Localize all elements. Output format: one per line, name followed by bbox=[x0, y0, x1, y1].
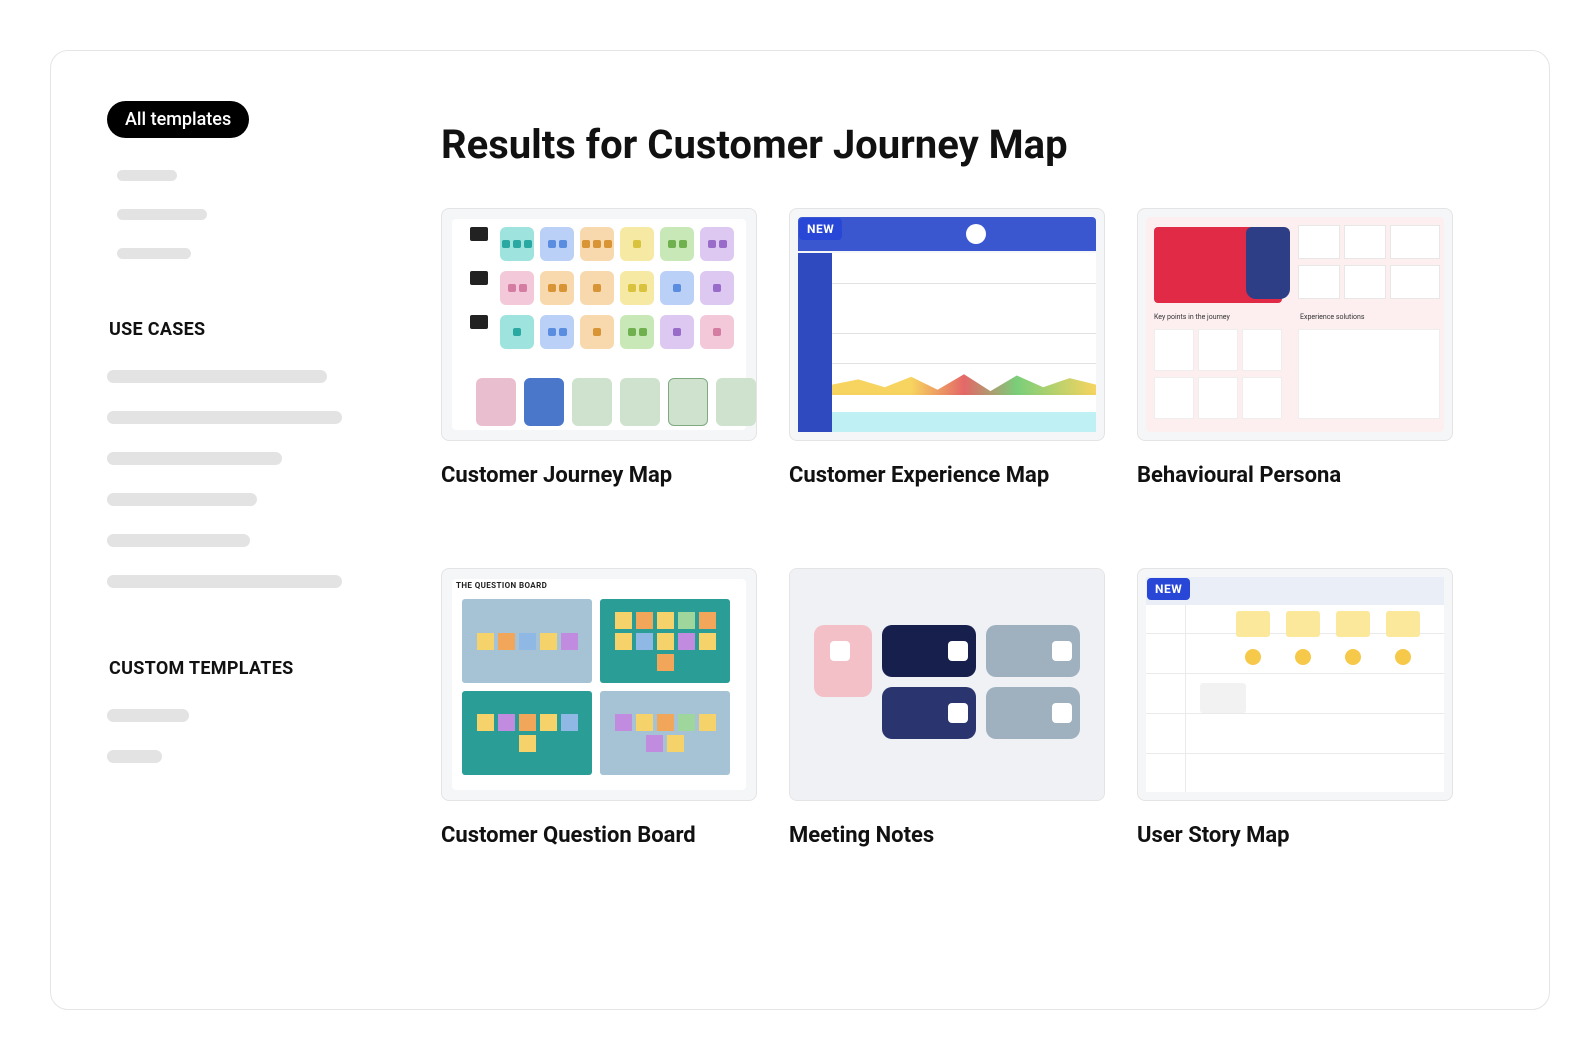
template-card-title: Customer Experience Map bbox=[789, 463, 1105, 488]
sidebar-placeholder-item bbox=[117, 170, 177, 181]
sidebar-placeholder-item bbox=[107, 534, 250, 547]
all-templates-pill[interactable]: All templates bbox=[107, 101, 249, 138]
sidebar-placeholder-item bbox=[107, 411, 342, 424]
template-card-title: Customer Question Board bbox=[441, 823, 757, 848]
template-card-customer-question-board[interactable]: THE QUESTION BOARD bbox=[441, 568, 757, 848]
template-card-meeting-notes[interactable]: Meeting Notes bbox=[789, 568, 1105, 848]
new-badge: NEW bbox=[799, 218, 842, 240]
template-thumbnail: NEW bbox=[789, 208, 1105, 441]
template-card-title: Meeting Notes bbox=[789, 823, 1105, 848]
sidebar-placeholder-item bbox=[117, 248, 191, 259]
template-card-customer-journey-map[interactable]: Customer Journey Map bbox=[441, 208, 757, 488]
sidebar: All templates USE CASES CUSTOM TEMPLATES bbox=[51, 51, 401, 1009]
sidebar-placeholder-item bbox=[117, 209, 207, 220]
template-thumbnail: NEW bbox=[1137, 568, 1453, 801]
template-card-behavioural-persona[interactable]: Key points in the journey Experience sol… bbox=[1137, 208, 1453, 488]
results-main: Results for Customer Journey Map bbox=[401, 51, 1549, 1009]
use-cases-heading: USE CASES bbox=[109, 319, 361, 340]
sidebar-placeholder-item bbox=[107, 452, 282, 465]
template-card-title: Behavioural Persona bbox=[1137, 463, 1453, 488]
sidebar-placeholder-item bbox=[107, 709, 189, 722]
template-card-user-story-map[interactable]: NEW User Story Map bbox=[1137, 568, 1453, 848]
sidebar-placeholder-item bbox=[107, 493, 257, 506]
template-thumbnail: THE QUESTION BOARD bbox=[441, 568, 757, 801]
sidebar-placeholder-item bbox=[107, 750, 162, 763]
template-thumbnail bbox=[441, 208, 757, 441]
template-thumbnail: Key points in the journey Experience sol… bbox=[1137, 208, 1453, 441]
template-browser-frame: All templates USE CASES CUSTOM TEMPLATES… bbox=[50, 50, 1550, 1010]
template-card-customer-experience-map[interactable]: NEW Customer Experience Map bbox=[789, 208, 1105, 488]
sidebar-placeholder-item bbox=[107, 370, 327, 383]
template-thumbnail bbox=[789, 568, 1105, 801]
page-title: Results for Customer Journey Map bbox=[441, 121, 1489, 168]
template-card-title: User Story Map bbox=[1137, 823, 1453, 848]
template-card-title: Customer Journey Map bbox=[441, 463, 757, 488]
sidebar-placeholder-item bbox=[107, 575, 342, 588]
new-badge: NEW bbox=[1147, 578, 1190, 600]
custom-templates-heading: CUSTOM TEMPLATES bbox=[109, 658, 361, 679]
results-grid: Customer Journey Map NEW Customer Experi… bbox=[441, 208, 1489, 848]
